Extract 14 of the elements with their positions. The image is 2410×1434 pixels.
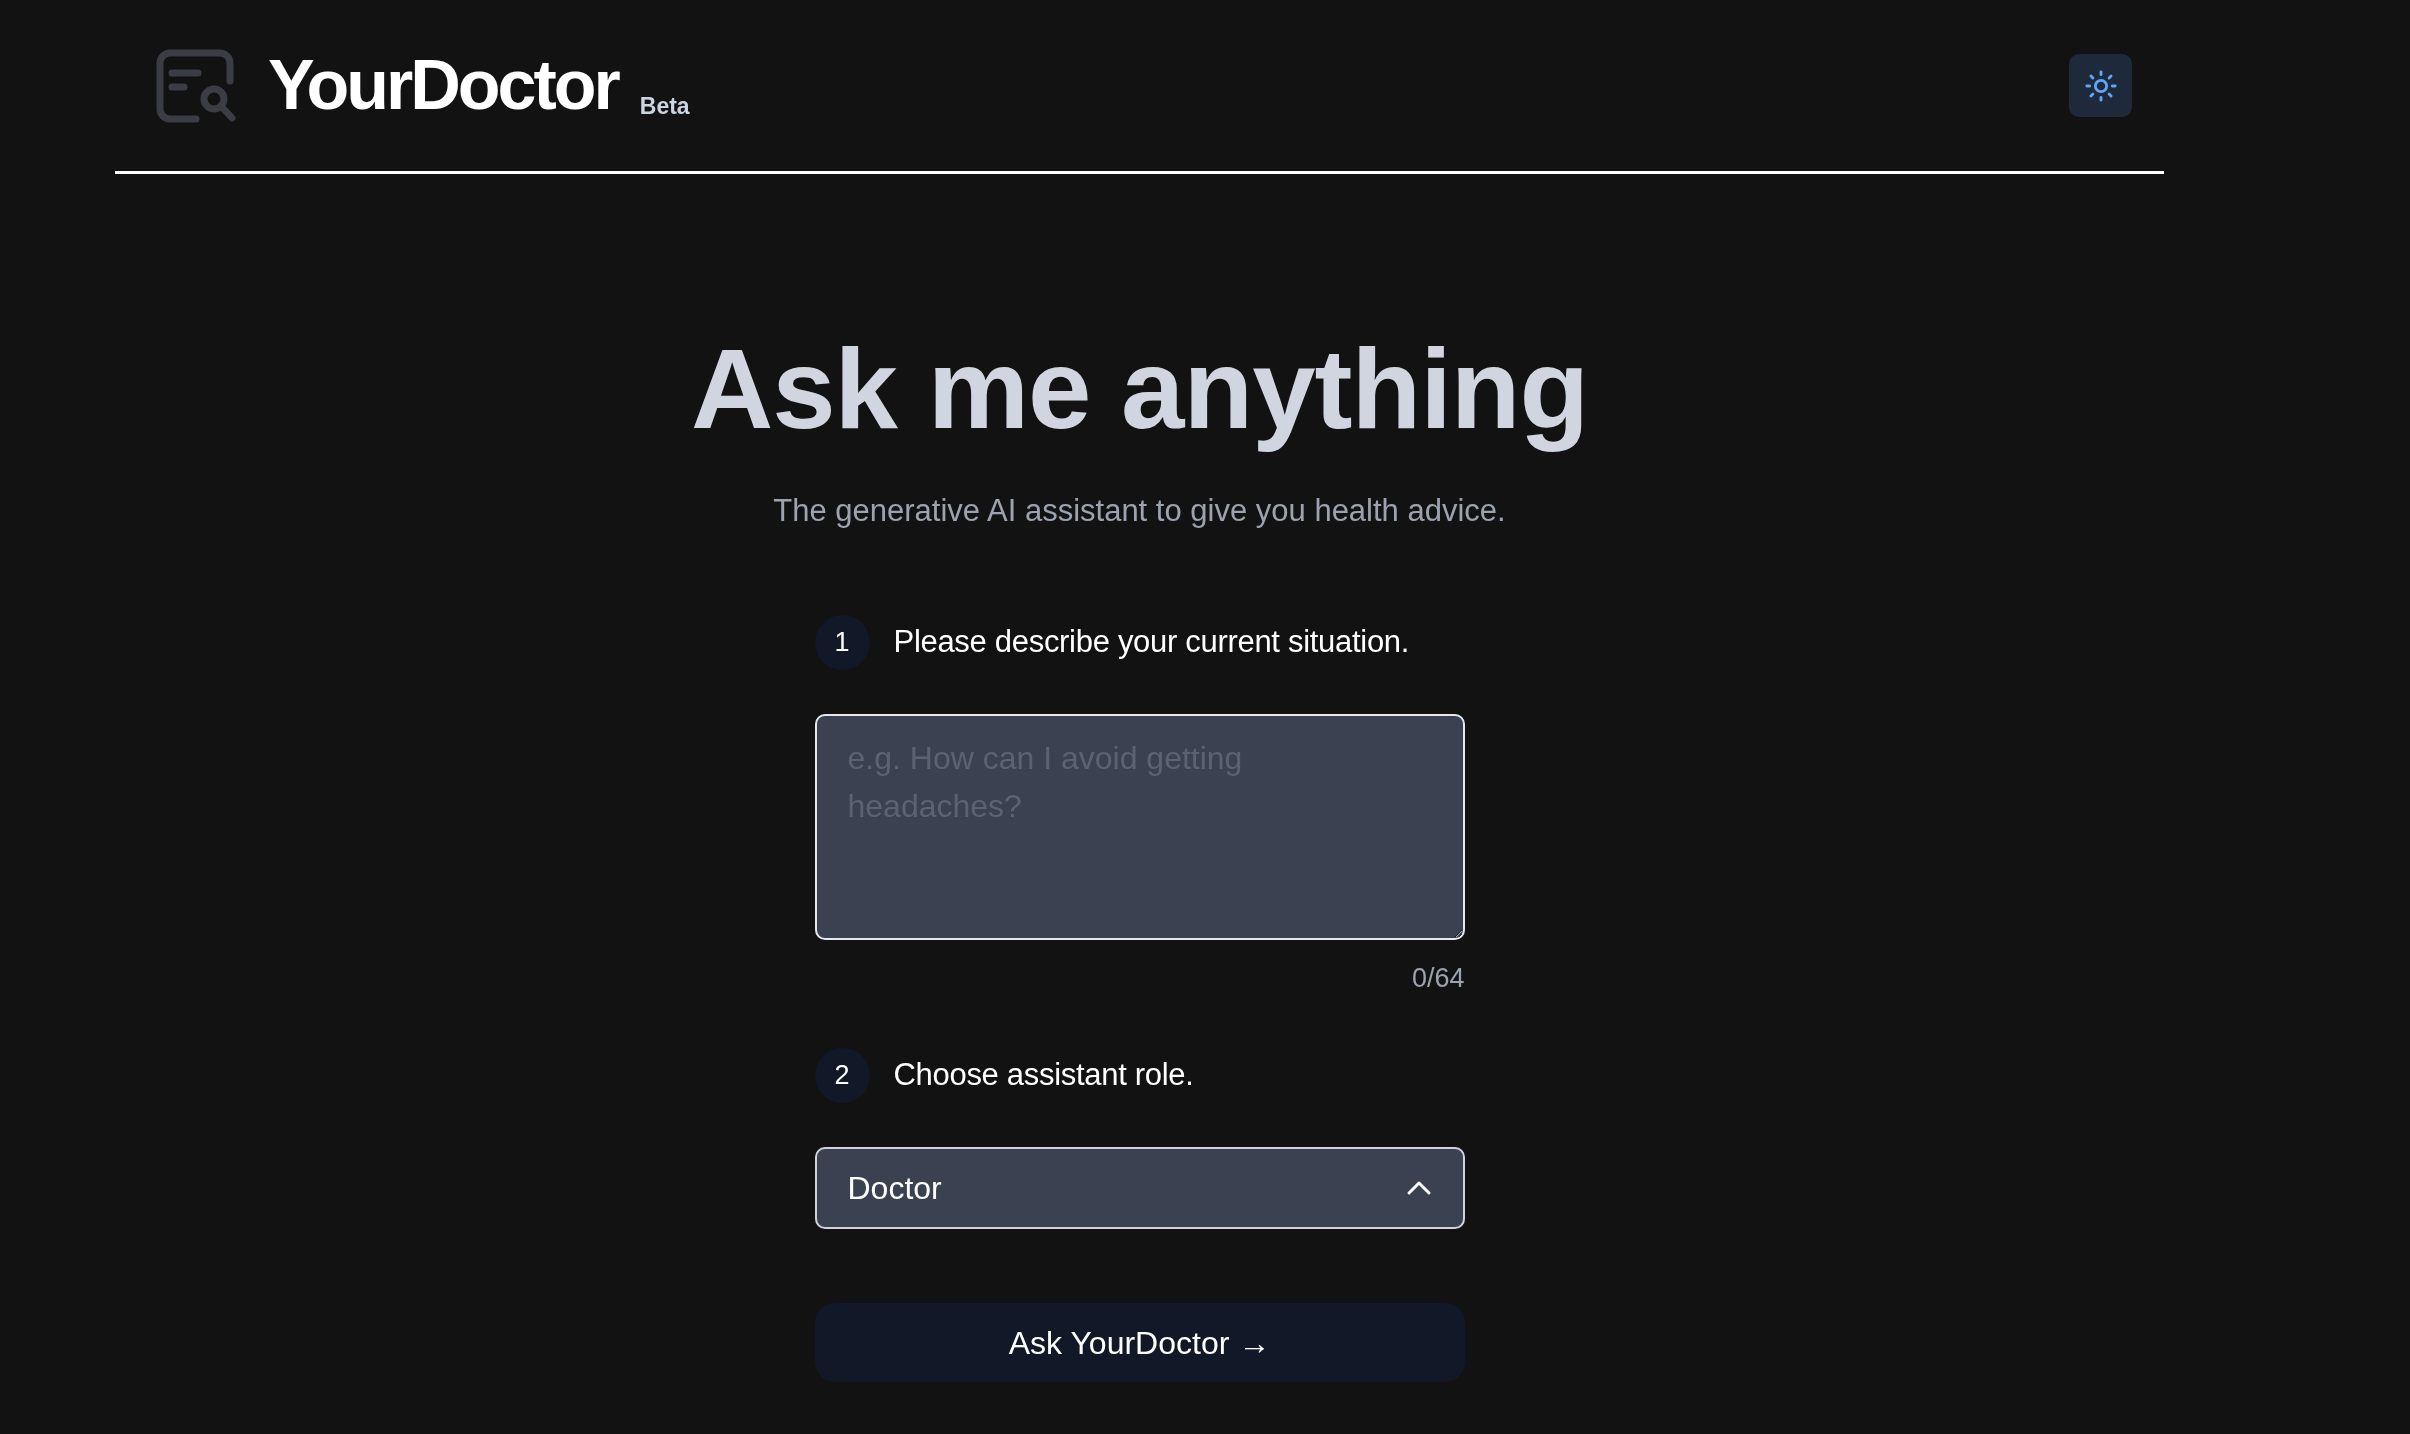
step-number: 2	[814, 1048, 870, 1103]
hero-heading: Ask me anything	[690, 324, 1589, 454]
beta-label: Beta	[639, 92, 690, 121]
step-number: 1	[814, 614, 870, 670]
character-counter: 0/64	[1411, 961, 1465, 995]
role-select[interactable]: Doctor	[814, 1147, 1465, 1229]
ask-button[interactable]: Ask YourDoctor →	[814, 1303, 1465, 1382]
hero-subtitle: The generative AI assistant to give you health advice.	[773, 492, 1506, 530]
app-title: YourDoctor	[268, 45, 618, 126]
sun-icon	[2083, 68, 2118, 103]
step-label: Choose assistant role.	[893, 1056, 1194, 1095]
step-label: Please describe your current situation.	[893, 622, 1410, 661]
theme-toggle-button[interactable]	[2069, 54, 2132, 117]
role-value: Doctor	[847, 1169, 942, 1208]
